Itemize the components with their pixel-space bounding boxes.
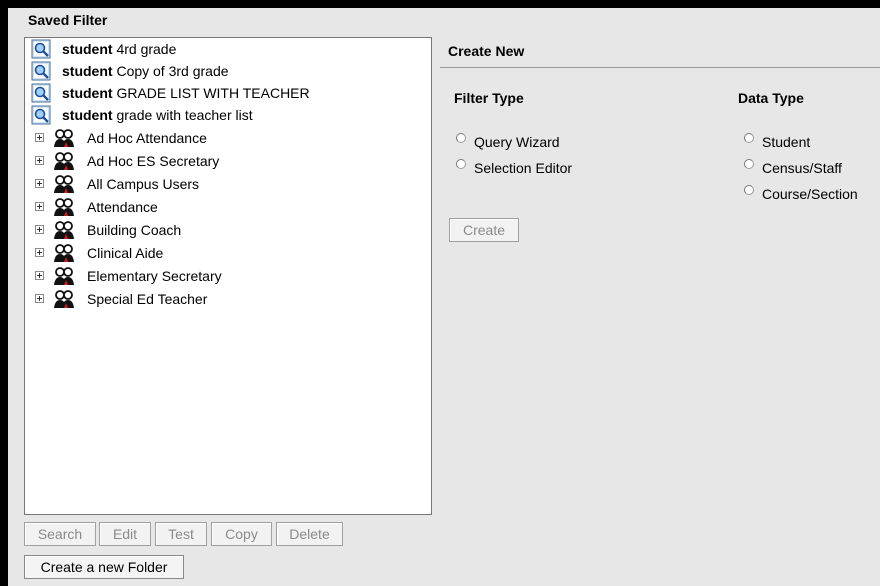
- plus-expander-icon[interactable]: [35, 225, 44, 234]
- group-folder[interactable]: Building Coach: [25, 219, 431, 241]
- saved-filter-tree[interactable]: student 4rd grade student Copy of 3rd gr…: [24, 37, 432, 515]
- radio-label: Selection Editor: [474, 160, 573, 176]
- filter-type-label: Filter Type: [454, 90, 524, 106]
- group-folder[interactable]: Attendance: [25, 196, 431, 218]
- user-group-icon: [54, 175, 74, 193]
- delete-button[interactable]: Delete: [276, 522, 343, 546]
- filter-type: student: [62, 41, 113, 57]
- filter-item[interactable]: student GRADE LIST WITH TEACHER: [25, 82, 431, 104]
- group-label: Clinical Aide: [87, 245, 164, 261]
- search-button[interactable]: Search: [24, 522, 96, 546]
- group-folder[interactable]: Elementary Secretary: [25, 265, 431, 287]
- radio-label: Student: [762, 134, 811, 150]
- radio-label: Course/Section: [762, 186, 858, 202]
- radio-label: Query Wizard: [474, 134, 560, 150]
- user-group-icon: [54, 221, 74, 239]
- plus-expander-icon[interactable]: [35, 202, 44, 211]
- user-group-icon: [54, 129, 74, 147]
- saved-filter-title: Saved Filter: [28, 12, 108, 28]
- plus-expander-icon[interactable]: [35, 248, 44, 257]
- create-new-folder-button[interactable]: Create a new Folder: [24, 555, 184, 579]
- data-type-census-staff[interactable]: Census/Staff: [744, 159, 842, 176]
- query-magnifier-icon: [31, 39, 51, 59]
- data-type-course-section[interactable]: Course/Section: [744, 185, 858, 202]
- group-label: Building Coach: [87, 222, 182, 238]
- data-type-student[interactable]: Student: [744, 133, 811, 150]
- filter-item[interactable]: student grade with teacher list: [25, 104, 431, 126]
- group-label: Elementary Secretary: [87, 268, 222, 284]
- plus-expander-icon[interactable]: [35, 156, 44, 165]
- group-label: All Campus Users: [87, 176, 200, 192]
- group-label: Ad Hoc ES Secretary: [87, 153, 220, 169]
- filter-name: 4rd grade: [116, 41, 177, 57]
- user-group-icon: [54, 244, 74, 262]
- filter-type: student: [62, 107, 113, 123]
- filter-item[interactable]: student 4rd grade: [25, 38, 431, 60]
- group-folder[interactable]: Ad Hoc Attendance: [25, 127, 431, 149]
- filter-item[interactable]: student Copy of 3rd grade: [25, 60, 431, 82]
- filter-name: grade with teacher list: [116, 107, 253, 123]
- copy-button[interactable]: Copy: [211, 522, 272, 546]
- test-button[interactable]: Test: [155, 522, 207, 546]
- filter-type: student: [62, 85, 113, 101]
- user-group-icon: [54, 198, 74, 216]
- radio-label: Census/Staff: [762, 160, 842, 176]
- group-folder[interactable]: Clinical Aide: [25, 242, 431, 264]
- user-group-icon: [54, 152, 74, 170]
- radio-button[interactable]: [744, 185, 754, 195]
- radio-button[interactable]: [456, 159, 466, 169]
- radio-button[interactable]: [456, 133, 466, 143]
- filter-name: Copy of 3rd grade: [116, 63, 229, 79]
- filter-type-selection-editor[interactable]: Selection Editor: [456, 159, 573, 176]
- filter-type-query-wizard[interactable]: Query Wizard: [456, 133, 560, 150]
- query-magnifier-icon: [31, 83, 51, 103]
- plus-expander-icon[interactable]: [35, 133, 44, 142]
- create-new-title: Create New: [448, 43, 525, 59]
- group-label: Special Ed Teacher: [87, 291, 208, 307]
- group-folder[interactable]: Ad Hoc ES Secretary: [25, 150, 431, 172]
- user-group-icon: [54, 290, 74, 308]
- group-folder[interactable]: Special Ed Teacher: [25, 288, 431, 310]
- radio-button[interactable]: [744, 133, 754, 143]
- create-button[interactable]: Create: [449, 218, 519, 242]
- query-magnifier-icon: [31, 61, 51, 81]
- filter-name: GRADE LIST WITH TEACHER: [116, 85, 310, 101]
- app-frame: Saved Filter student 4rd grade student C…: [8, 8, 880, 586]
- group-folder[interactable]: All Campus Users: [25, 173, 431, 195]
- edit-button[interactable]: Edit: [99, 522, 151, 546]
- group-label: Attendance: [87, 199, 158, 215]
- filter-type: student: [62, 63, 113, 79]
- radio-button[interactable]: [744, 159, 754, 169]
- plus-expander-icon[interactable]: [35, 294, 44, 303]
- group-label: Ad Hoc Attendance: [87, 130, 207, 146]
- user-group-icon: [54, 267, 74, 285]
- query-magnifier-icon: [31, 105, 51, 125]
- data-type-label: Data Type: [738, 90, 804, 106]
- plus-expander-icon[interactable]: [35, 179, 44, 188]
- plus-expander-icon[interactable]: [35, 271, 44, 280]
